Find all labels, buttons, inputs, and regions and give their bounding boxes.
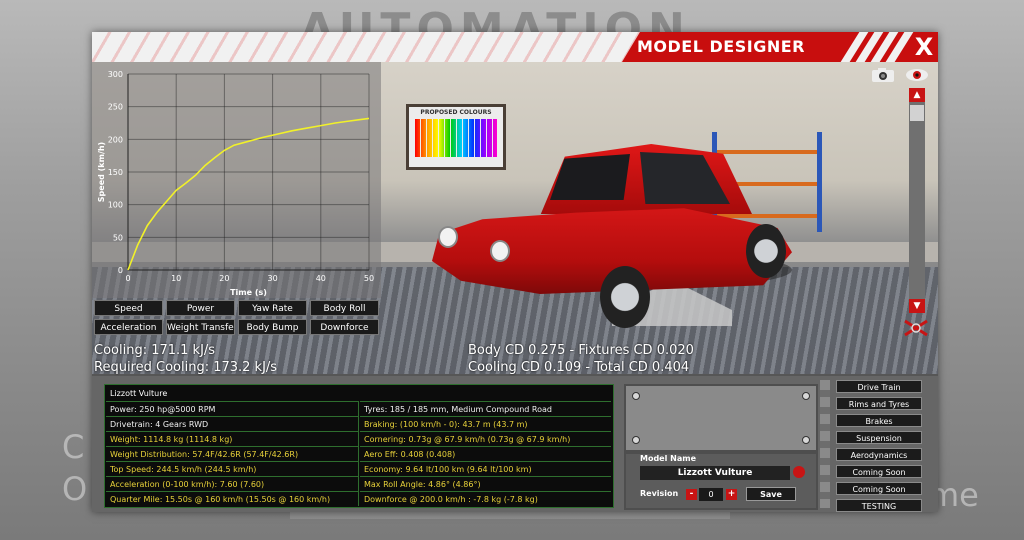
y-tick-label: 300 bbox=[108, 70, 123, 79]
stat-right-4: Economy: 9.64 lt/100 km (9.64 lt/100 km) bbox=[360, 461, 611, 476]
title-bar: MODEL DESIGNER X bbox=[92, 32, 938, 62]
stat-left-4: Top Speed: 244.5 km/h (244.5 km/h) bbox=[106, 461, 359, 476]
scroll-down-button[interactable]: ▼ bbox=[909, 299, 925, 313]
y-tick-label: 250 bbox=[108, 103, 123, 112]
car-wheel bbox=[600, 266, 650, 328]
stat-left-5: Acceleration (0-100 km/h): 7.60 (7.60) bbox=[106, 476, 359, 491]
revision-label: Revision bbox=[640, 489, 679, 498]
total-drag-readout: Cooling CD 0.109 - Total CD 0.404 bbox=[468, 360, 690, 375]
stat-right-0: Tyres: 185 / 185 mm, Medium Compound Roa… bbox=[360, 401, 611, 416]
stat-left-3: Weight Distribution: 57.4F/42.6R (57.4F/… bbox=[106, 446, 359, 461]
nav-rail bbox=[820, 380, 830, 508]
graph-button-speed[interactable]: Speed bbox=[94, 300, 163, 316]
stat-right-1: Braking: (100 km/h - 0): 43.7 m (43.7 m) bbox=[360, 416, 611, 431]
graph-button-weight-transfer[interactable]: Weight Transfer bbox=[166, 319, 235, 335]
viewport-scrollbar[interactable]: ▲ ▼ bbox=[909, 88, 925, 313]
x-tick-label: 30 bbox=[268, 274, 278, 283]
car-tail-light bbox=[438, 226, 458, 248]
revision-increment-button[interactable]: + bbox=[726, 489, 737, 500]
nav-brakes[interactable]: Brakes bbox=[836, 414, 922, 427]
model-name-field[interactable]: Lizzott Vulture bbox=[640, 466, 790, 480]
model-name-label: Model Name bbox=[640, 454, 696, 463]
nav-suspension[interactable]: Suspension bbox=[836, 431, 922, 444]
y-tick-label: 200 bbox=[108, 135, 123, 144]
nav-coming-soon-2[interactable]: Coming Soon bbox=[836, 482, 922, 495]
close-button[interactable]: X bbox=[910, 32, 938, 62]
nav-aerodynamics[interactable]: Aerodynamics bbox=[836, 448, 922, 461]
stats-model-name: Lizzott Vulture bbox=[110, 389, 168, 398]
nav-coming-soon-1[interactable]: Coming Soon bbox=[836, 465, 922, 478]
stat-right-3: Aero Eff: 0.408 (0.408) bbox=[360, 446, 611, 461]
bottom-panel: Lizzott Vulture Power: 250 hp@5000 RPM Dr… bbox=[92, 376, 938, 512]
drag-coefficient-readout: Body CD 0.275 - Fixtures CD 0.020 bbox=[468, 343, 694, 358]
x-tick-label: 50 bbox=[364, 274, 374, 283]
bolt-icon bbox=[632, 436, 640, 444]
model-name-panel: Model Name Lizzott Vulture Revision - 0 … bbox=[624, 452, 818, 510]
x-tick-label: 20 bbox=[219, 274, 229, 283]
x-tick-label: 0 bbox=[125, 274, 130, 283]
stat-left-2: Weight: 1114.8 kg (1114.8 kg) bbox=[106, 431, 359, 446]
info-plate bbox=[624, 384, 818, 452]
y-tick-label: 50 bbox=[113, 233, 123, 242]
poster-title: PROPOSED COLOURS bbox=[420, 109, 492, 116]
bolt-icon bbox=[802, 392, 810, 400]
y-axis-label: Speed (km/h) bbox=[97, 142, 106, 202]
bolt-icon bbox=[632, 392, 640, 400]
background-text: O bbox=[62, 470, 88, 508]
scroll-thumb[interactable] bbox=[910, 105, 924, 121]
scroll-up-button[interactable]: ▲ bbox=[909, 88, 925, 102]
speed-series-line bbox=[127, 117, 370, 271]
required-cooling-readout: Required Cooling: 173.2 kJ/s bbox=[94, 360, 278, 375]
title-stripes bbox=[92, 32, 652, 62]
cooling-readout: Cooling: 171.1 kJ/s bbox=[94, 343, 216, 358]
car-tail-light bbox=[490, 240, 510, 262]
y-tick-label: 100 bbox=[108, 201, 123, 210]
stat-right-2: Cornering: 0.73g @ 67.9 km/h (0.73g @ 67… bbox=[360, 431, 611, 446]
colour-swatches bbox=[415, 119, 497, 157]
speed-graph-panel: 0 50 100 150 200 250 300 0 10 20 30 40 50 Time (s) Spe… bbox=[92, 62, 381, 298]
revision-decrement-button[interactable]: - bbox=[686, 489, 697, 500]
randomize-name-icon[interactable] bbox=[793, 466, 805, 478]
graph-button-power[interactable]: Power bbox=[166, 300, 235, 316]
eye-icon[interactable] bbox=[904, 67, 930, 83]
speed-chart: 0 50 100 150 200 250 300 0 10 20 30 40 50 Time (s) Spe… bbox=[97, 70, 374, 297]
car-rear-window bbox=[550, 154, 630, 200]
background-text: C bbox=[62, 428, 85, 466]
stat-right-5: Max Roll Angle: 4.86° (4.86°) bbox=[360, 476, 611, 491]
revision-value: 0 bbox=[699, 488, 723, 501]
stat-left-0: Power: 250 hp@5000 RPM bbox=[106, 401, 359, 416]
bolt-icon bbox=[802, 436, 810, 444]
graph-button-acceleration[interactable]: Acceleration bbox=[94, 319, 163, 335]
graph-button-downforce[interactable]: Downforce bbox=[310, 319, 379, 335]
nav-rims-and-tyres[interactable]: Rims and Tyres bbox=[836, 397, 922, 410]
car-wheel bbox=[746, 224, 786, 278]
stat-right-6: Downforce @ 200.0 km/h : -7.8 kg (-7.8 k… bbox=[360, 491, 611, 506]
nav-drive-train[interactable]: Drive Train bbox=[836, 380, 922, 393]
y-tick-label: 150 bbox=[108, 168, 123, 177]
graph-button-body-bump[interactable]: Body Bump bbox=[238, 319, 307, 335]
x-axis-label: Time (s) bbox=[230, 288, 267, 297]
y-tick-label: 0 bbox=[118, 266, 123, 275]
camera-icon[interactable] bbox=[870, 67, 896, 83]
save-button[interactable]: Save bbox=[746, 487, 796, 501]
stat-left-6: Quarter Mile: 15.50s @ 160 km/h (15.50s … bbox=[106, 491, 359, 506]
window-title: MODEL DESIGNER bbox=[637, 37, 805, 56]
x-tick-label: 40 bbox=[316, 274, 326, 283]
reset-view-icon[interactable] bbox=[902, 318, 930, 338]
x-tick-label: 10 bbox=[171, 274, 181, 283]
graph-button-body-roll[interactable]: Body Roll bbox=[310, 300, 379, 316]
graph-button-yaw-rate[interactable]: Yaw Rate bbox=[238, 300, 307, 316]
nav-testing[interactable]: TESTING bbox=[836, 499, 922, 512]
colour-poster: PROPOSED COLOURS bbox=[406, 104, 506, 170]
stat-left-1: Drivetrain: 4 Gears RWD bbox=[106, 416, 359, 431]
stats-table: Lizzott Vulture Power: 250 hp@5000 RPM Dr… bbox=[104, 384, 614, 508]
model-designer-window: MODEL DESIGNER X PROPOSED COLOURS 0 50 100… bbox=[92, 32, 938, 512]
